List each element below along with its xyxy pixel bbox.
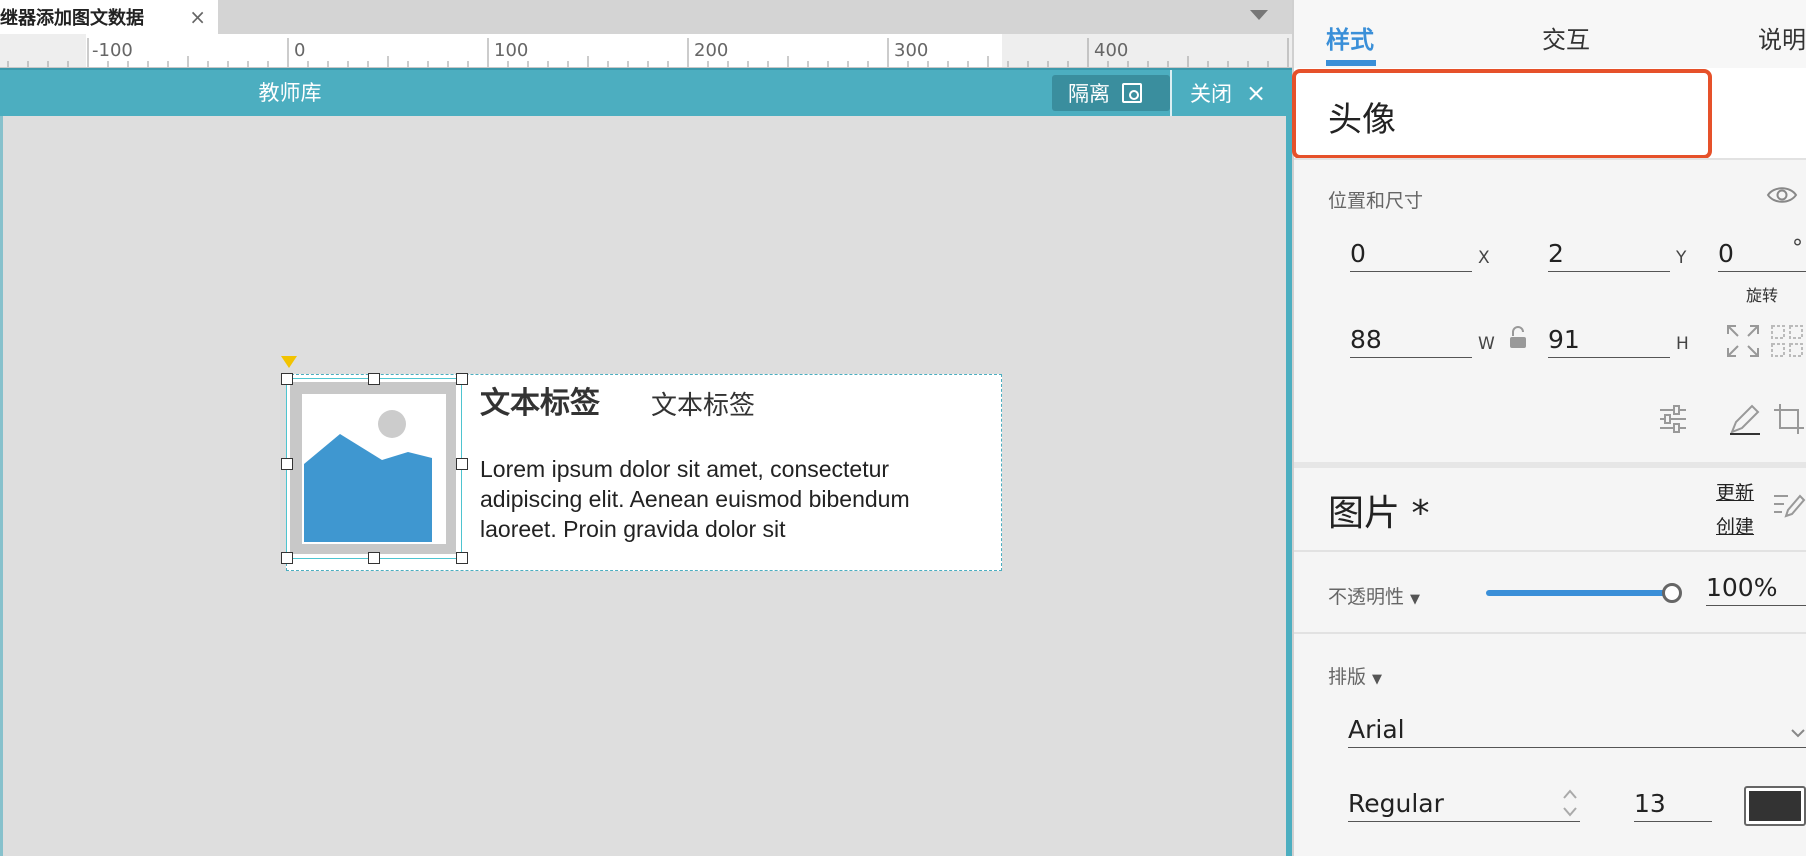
isolate-label: 隔离 (1068, 82, 1110, 106)
rotation-label: 旋转 (1746, 286, 1779, 305)
typography-label-text: 排版 (1328, 666, 1367, 688)
resize-handle[interactable] (368, 552, 380, 564)
inspector-tabs: 样式 交互 说明 (1294, 0, 1806, 68)
ruler-label: 0 (294, 40, 306, 61)
text-label[interactable]: 文本标签 (651, 385, 755, 422)
app-window: 继器添加图文数据 × -100 0 100 200 300 400 教师库 隔离 (0, 0, 1806, 856)
font-family-value: Arial (1348, 715, 1405, 744)
canvas-editor: 继器添加图文数据 × -100 0 100 200 300 400 教师库 隔离 (0, 0, 1292, 856)
position-size-label: 位置和尺寸 (1328, 190, 1424, 212)
opacity-label-text: 不透明性 (1328, 586, 1405, 608)
distribute-icon[interactable] (1770, 324, 1806, 358)
x-input[interactable]: 0 (1350, 238, 1472, 272)
w-unit: W (1478, 334, 1495, 354)
height-input[interactable]: 91 (1548, 324, 1670, 358)
image-section-title: 图片 * (1328, 493, 1430, 534)
caret-down-icon: ▼ (1410, 592, 1421, 607)
font-weight-select[interactable]: Regular (1348, 788, 1580, 822)
create-link[interactable]: 创建 (1716, 512, 1754, 539)
section-divider (1294, 158, 1806, 160)
update-link[interactable]: 更新 (1716, 478, 1754, 505)
pen-icon[interactable] (1728, 402, 1762, 436)
opacity-slider[interactable] (1486, 590, 1672, 596)
opacity-input[interactable]: 100% (1706, 572, 1806, 606)
section-divider (1294, 462, 1806, 468)
font-color-picker[interactable] (1744, 786, 1806, 826)
close-isolation-button[interactable]: 关闭 × (1190, 75, 1266, 111)
resize-handle[interactable] (368, 373, 380, 385)
opacity-slider-handle[interactable] (1662, 583, 1682, 603)
inspector-panel: 样式 交互 说明 头像 位置和尺寸 0 X 2 Y 0 ° 旋转 88 W 91… (1292, 0, 1806, 856)
eye-icon[interactable] (1766, 184, 1798, 206)
anchor-marker-icon[interactable] (281, 356, 297, 368)
unlock-icon[interactable] (1508, 326, 1528, 350)
width-input[interactable]: 88 (1350, 324, 1472, 358)
horizontal-ruler: -100 0 100 200 300 400 (0, 34, 1292, 68)
caret-down-icon: ▼ (1372, 672, 1383, 687)
resize-handle[interactable] (456, 373, 468, 385)
highlight-annotation (1292, 69, 1712, 159)
tab-interactions[interactable]: 交互 (1542, 20, 1590, 55)
chevron-down-icon (1791, 729, 1805, 738)
close-isolation-label: 关闭 (1190, 82, 1232, 106)
resize-handle[interactable] (456, 552, 468, 564)
edit-image-icon[interactable] (1772, 490, 1806, 520)
section-divider (1294, 632, 1806, 634)
ruler-label: 200 (694, 40, 729, 61)
ruler-label: -100 (92, 40, 133, 61)
font-family-select[interactable]: Arial (1348, 714, 1806, 748)
tab-style[interactable]: 样式 (1326, 20, 1374, 55)
h-unit: H (1676, 334, 1689, 354)
x-unit: X (1478, 248, 1490, 268)
document-tab-label: 继器添加图文数据 (0, 8, 144, 29)
y-unit: Y (1676, 248, 1687, 268)
close-icon[interactable]: × (189, 5, 206, 29)
resize-handle[interactable] (281, 552, 293, 564)
active-tab-underline (1326, 60, 1376, 66)
tab-notes[interactable]: 说明 (1758, 20, 1806, 55)
document-tab[interactable]: 继器添加图文数据 × (0, 0, 218, 34)
stepper-icon (1563, 789, 1577, 817)
degree-unit: ° (1792, 236, 1803, 261)
fit-to-content-icon[interactable] (1726, 324, 1760, 358)
isolate-icon (1122, 83, 1142, 103)
typography-label[interactable]: 排版 ▼ (1328, 662, 1382, 689)
text-label-bold[interactable]: 文本标签 (480, 378, 600, 422)
paragraph-text[interactable]: Lorem ipsum dolor sit amet, consectetur … (480, 454, 980, 544)
selection-outline (286, 378, 462, 559)
crop-icon[interactable] (1772, 402, 1806, 436)
resize-handle[interactable] (281, 373, 293, 385)
section-divider (1294, 550, 1806, 552)
tab-list-dropdown-icon[interactable] (1250, 10, 1268, 20)
ruler-label: 300 (894, 40, 929, 61)
isolation-bar: 教师库 隔离 关闭 × (0, 68, 1292, 116)
isolate-button[interactable]: 隔离 (1052, 75, 1170, 111)
resize-handle[interactable] (281, 458, 293, 470)
resize-handle[interactable] (456, 458, 468, 470)
bar-divider (1170, 70, 1172, 116)
opacity-label[interactable]: 不透明性 ▼ (1328, 582, 1420, 609)
isolation-title-text: 教师库 (258, 81, 322, 105)
font-color-fill (1749, 791, 1801, 821)
close-icon: × (1246, 79, 1267, 107)
adjust-sliders-icon[interactable] (1658, 404, 1688, 434)
font-size-input[interactable]: 13 (1634, 788, 1712, 822)
y-input[interactable]: 2 (1548, 238, 1670, 272)
canvas-left-edge (0, 116, 3, 856)
ruler-label: 400 (1094, 40, 1129, 61)
ruler-label: 100 (494, 40, 529, 61)
document-tabbar: 继器添加图文数据 × (0, 0, 1292, 34)
font-weight-value: Regular (1348, 789, 1444, 818)
